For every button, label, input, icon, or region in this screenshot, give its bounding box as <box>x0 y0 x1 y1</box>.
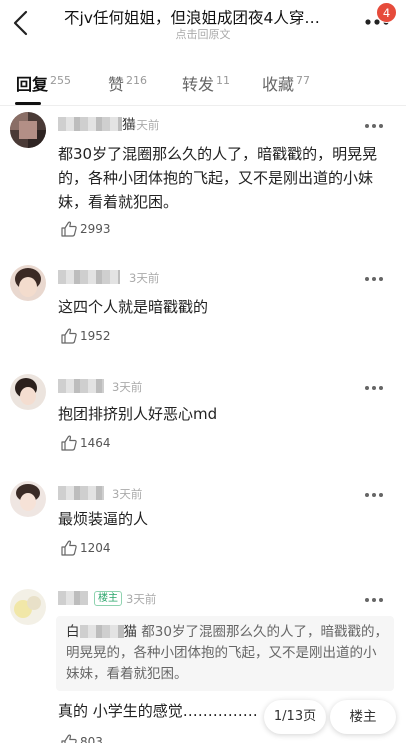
quoted-username: 白 <box>66 624 80 640</box>
comment-text: 抱团排挤别人好恶心md <box>58 405 218 423</box>
tab-favorites[interactable]: 收藏 77 <box>262 71 310 95</box>
avatar[interactable] <box>10 481 46 517</box>
username-mosaic <box>58 270 120 284</box>
username[interactable] <box>58 485 104 503</box>
more-options-icon[interactable] <box>364 492 384 498</box>
username-mosaic <box>58 117 122 131</box>
username-mosaic <box>58 486 104 500</box>
comment-text: 最烦装逼的人 <box>58 510 149 528</box>
tab-bar: 回复 255 赞 216 转发 11 收藏 77 <box>0 66 406 106</box>
quoted-comment-text: 白猫 都30岁了混圈那么久的人了，暗戳戳的，明晃晃的，各种小团体抱的飞起，又不是… <box>66 624 388 682</box>
comment-time: 3天前 <box>129 118 160 132</box>
username-mosaic <box>58 591 88 605</box>
like-count: 803 <box>80 735 103 743</box>
username[interactable] <box>58 378 104 396</box>
thumbs-up-icon <box>61 734 77 743</box>
username-mosaic <box>58 379 104 393</box>
username-mosaic <box>79 625 124 638</box>
like-count: 1464 <box>80 436 111 450</box>
thumbs-up-icon <box>61 328 77 344</box>
thumbs-up-icon <box>61 540 77 556</box>
tab-label: 赞 <box>108 75 125 94</box>
op-only-button[interactable]: 楼主 <box>330 700 396 734</box>
comment-time: 3天前 <box>112 487 143 501</box>
tab-count: 255 <box>50 74 72 87</box>
avatar[interactable] <box>10 112 46 148</box>
comment-time: 3天前 <box>112 380 143 394</box>
tab-count: 11 <box>216 74 231 87</box>
avatar[interactable] <box>10 374 46 410</box>
username[interactable] <box>58 590 88 608</box>
tab-count: 216 <box>126 74 148 87</box>
page-title[interactable]: 不jv任何姐姐，但浪姐成团夜4人穿… <box>64 6 354 28</box>
like-count: 1952 <box>80 329 111 343</box>
tab-likes[interactable]: 赞 216 <box>108 71 147 95</box>
tab-label: 回复 <box>16 75 49 94</box>
tab-count: 77 <box>296 74 311 87</box>
comment-item: 3天前 这四个人就是暗戳戳的 1952 <box>0 265 406 355</box>
avatar[interactable] <box>10 589 46 625</box>
op-tag: 楼主 <box>94 591 122 606</box>
active-tab-indicator <box>15 102 41 105</box>
tab-label: 收藏 <box>262 75 295 94</box>
like-count: 1204 <box>80 541 111 555</box>
thumbs-up-icon <box>61 435 77 451</box>
comment-item: 3天前 抱团排挤别人好恶心md 1464 <box>0 374 406 464</box>
more-options-icon[interactable] <box>364 276 384 282</box>
more-options-icon[interactable] <box>364 385 384 391</box>
top-bar: 不jv任何姐姐，但浪姐成团夜4人穿… 点击回原文 4 <box>0 0 406 50</box>
notification-badge[interactable]: 4 <box>376 2 397 23</box>
tab-reposts[interactable]: 转发 11 <box>182 71 230 95</box>
comment-time: 3天前 <box>126 592 157 606</box>
quoted-comment[interactable]: 白猫 都30岁了混圈那么久的人了，暗戳戳的，明晃晃的，各种小团体抱的飞起，又不是… <box>56 616 394 691</box>
comment-text: 真的 小学生的感觉…………… <box>58 702 258 720</box>
comment-time: 3天前 <box>129 271 160 285</box>
tab-replies[interactable]: 回复 255 <box>16 71 71 95</box>
comment-item: 3天前 最烦装逼的人 1204 <box>0 481 406 571</box>
comment-text: 都30岁了混圈那么久的人了，暗戳戳的，明晃晃的，各种小团体抱的飞起，又不是刚出道… <box>58 145 378 211</box>
comment-item: 猫 3天前 都30岁了混圈那么久的人了，暗戳戳的，明晃晃的，各种小团体抱的飞起，… <box>0 112 406 247</box>
more-options-icon[interactable] <box>364 597 384 603</box>
page-indicator-button[interactable]: 1/13页 <box>264 700 326 734</box>
back-to-original-link[interactable]: 点击回原文 <box>0 26 406 42</box>
comment-text: 这四个人就是暗戳戳的 <box>58 298 209 316</box>
tab-label: 转发 <box>182 75 215 94</box>
username[interactable] <box>58 269 120 287</box>
more-options-icon[interactable] <box>364 123 384 129</box>
avatar[interactable] <box>10 265 46 301</box>
like-count: 2993 <box>80 222 111 236</box>
thumbs-up-icon <box>61 221 77 237</box>
username[interactable]: 猫 <box>58 116 136 134</box>
